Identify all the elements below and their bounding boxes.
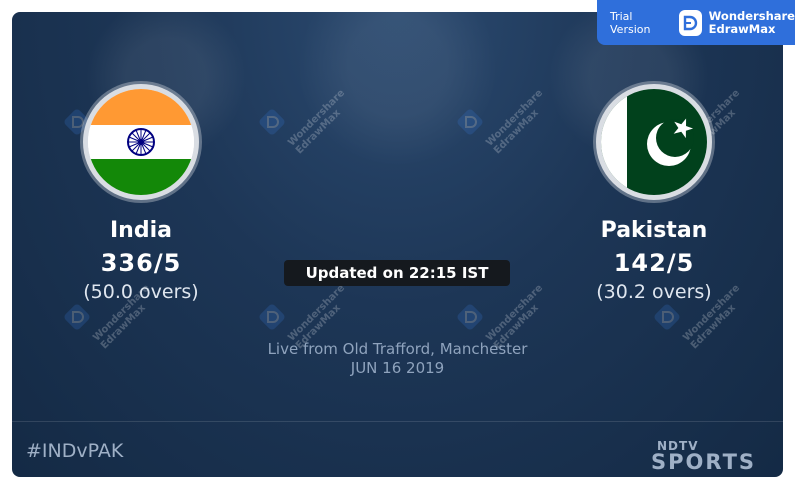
watermark: WondershareEdrawMax <box>652 283 753 351</box>
edraw-watermark-icon <box>457 304 483 330</box>
team-name: India <box>110 218 172 243</box>
watermark: WondershareEdrawMax <box>455 283 556 351</box>
updated-badge: Updated on 22:15 IST <box>284 260 510 286</box>
match-hashtag: #INDvPAK <box>26 440 124 462</box>
edraw-watermark-icon <box>64 304 90 330</box>
watermark: WondershareEdrawMax <box>62 283 163 351</box>
team-pakistan: Pakistan 142/5 (30.2 overs) <box>564 84 744 303</box>
edraw-watermark-icon <box>457 109 483 135</box>
india-flag <box>83 84 199 200</box>
edraw-watermark-icon <box>654 304 680 330</box>
watermark: WondershareEdrawMax <box>455 88 556 156</box>
ndtv-sports-logo: NDTV SPORTS <box>651 439 757 474</box>
trial-version-label: Trial Version <box>610 9 651 36</box>
footer-divider <box>12 421 783 422</box>
team-score: 142/5 <box>613 249 695 277</box>
watermark: WondershareEdrawMax <box>257 283 358 351</box>
pakistan-flag <box>596 84 712 200</box>
team-name: Pakistan <box>600 218 708 243</box>
watermark: WondershareEdrawMax <box>257 88 358 156</box>
brand-name: Wondershare EdrawMax <box>708 8 795 36</box>
team-overs: (50.0 overs) <box>83 281 199 303</box>
venue-info: Live from Old Trafford, Manchester JUN 1… <box>200 340 595 378</box>
team-score: 336/5 <box>100 249 182 277</box>
team-overs: (30.2 overs) <box>596 281 712 303</box>
edraw-watermark-icon <box>259 109 285 135</box>
edrawmax-logo-icon <box>678 9 702 36</box>
venue-location: Live from Old Trafford, Manchester <box>267 340 528 358</box>
team-india: India 336/5 (50.0 overs) <box>51 84 231 303</box>
trial-version-banner[interactable]: Trial Version Wondershare EdrawMax <box>597 0 795 45</box>
match-date: JUN 16 2019 <box>350 359 445 377</box>
edraw-watermark-icon <box>259 304 285 330</box>
